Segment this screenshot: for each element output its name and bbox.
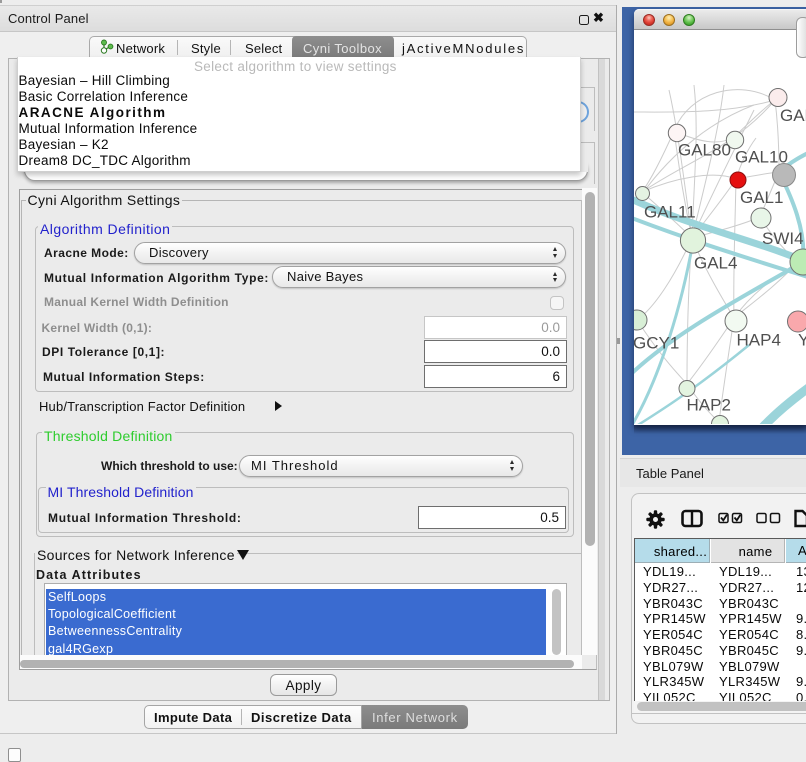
svg-text:GCY1: GCY1: [634, 334, 679, 353]
svg-text:Y: Y: [798, 331, 806, 350]
svg-text:HAP2: HAP2: [687, 396, 731, 415]
svg-text:GAL11: GAL11: [644, 203, 696, 222]
svg-text:HAP4: HAP4: [737, 331, 781, 350]
svg-text:GAL4: GAL4: [694, 254, 737, 273]
svg-text:GAL: GAL: [780, 106, 806, 125]
svg-text:GAL10: GAL10: [735, 148, 788, 167]
svg-text:GAL1: GAL1: [740, 188, 783, 207]
svg-text:GAL80: GAL80: [678, 141, 731, 160]
svg-text:SWI4: SWI4: [762, 229, 804, 248]
